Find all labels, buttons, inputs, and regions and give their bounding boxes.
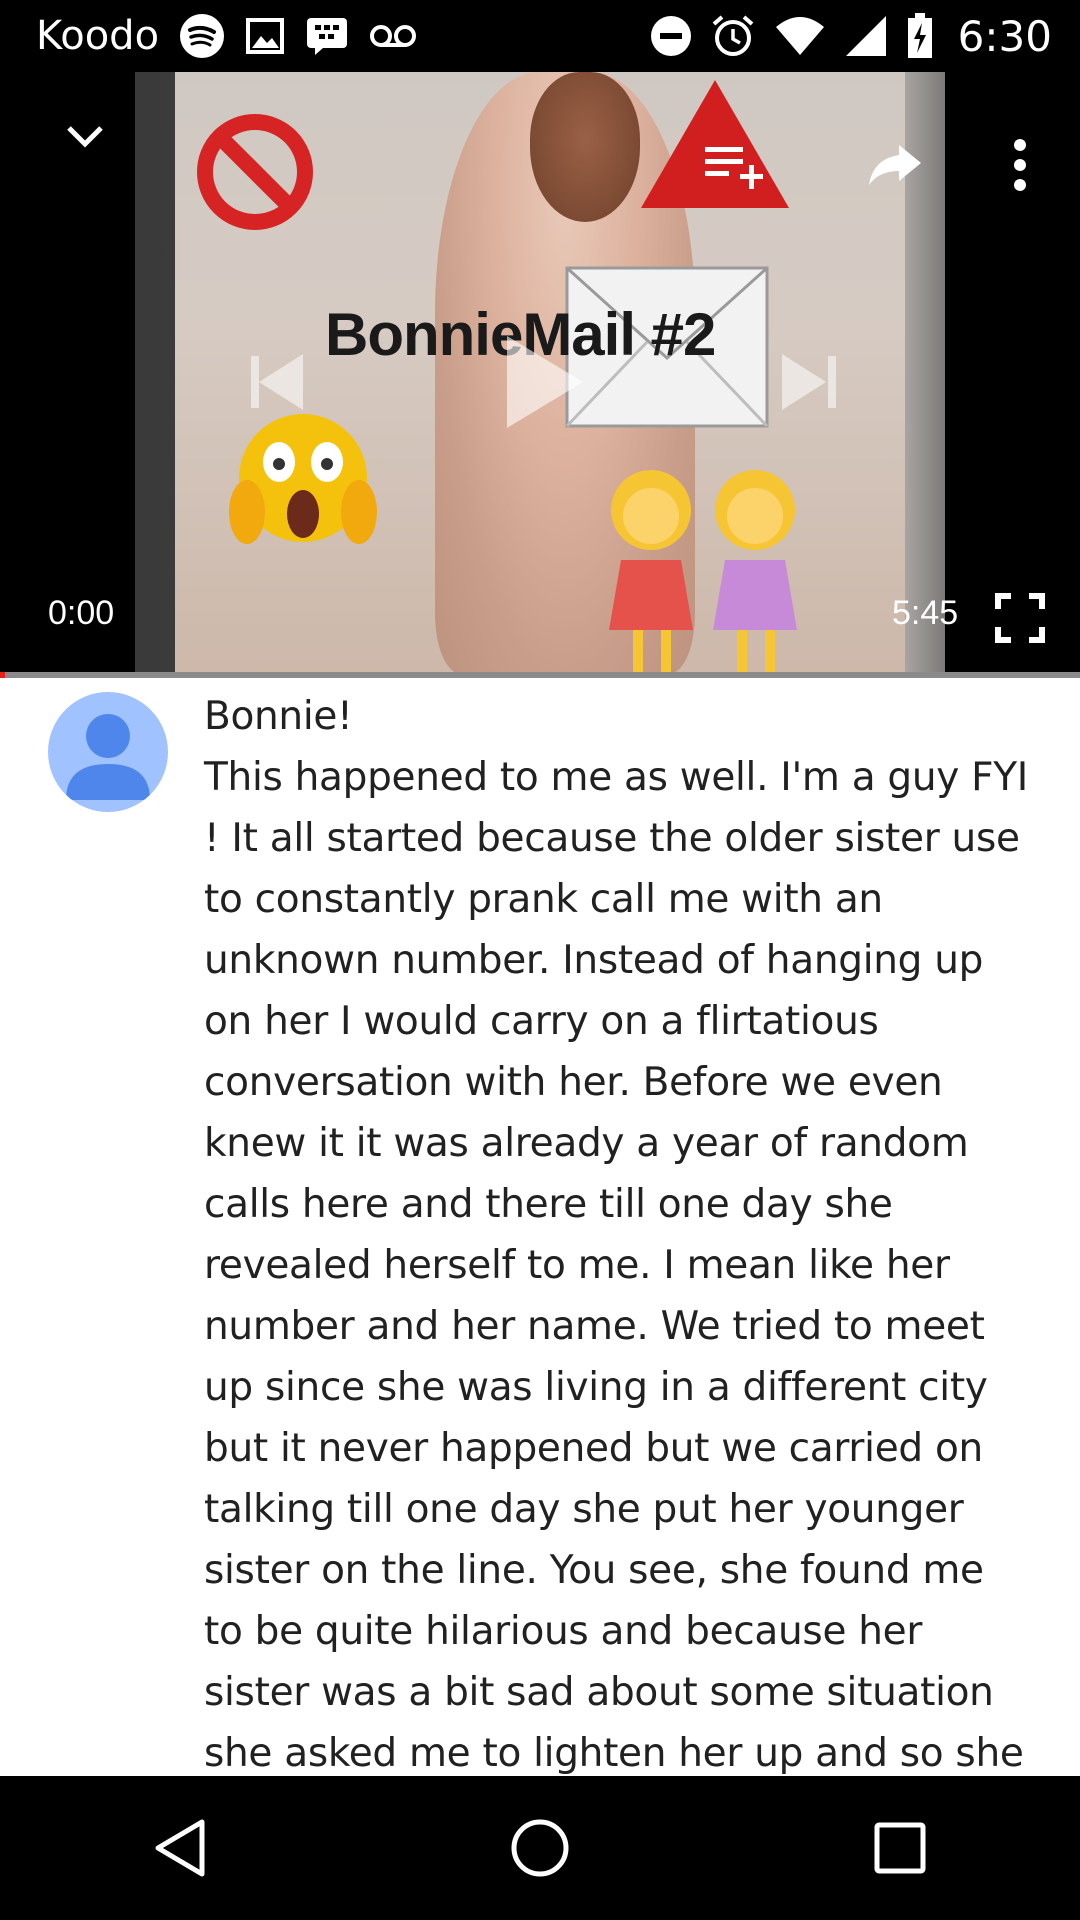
- battery-charging-icon: [906, 13, 934, 59]
- share-icon: [869, 145, 921, 185]
- navigation-bar: [0, 1776, 1080, 1920]
- more-options-button[interactable]: [975, 120, 1065, 210]
- video-player[interactable]: BonnieMail #2 0:00 5:45: [0, 72, 1080, 674]
- wifi-icon: [774, 15, 826, 57]
- more-vert-icon: [1014, 139, 1026, 191]
- comment-author[interactable]: Bonnie!: [204, 686, 1034, 747]
- current-time: 0:00: [48, 594, 115, 632]
- prohibited-icon: [197, 114, 313, 230]
- chevron-down-icon: [67, 126, 103, 148]
- recents-icon: [874, 1822, 926, 1874]
- play-button[interactable]: [490, 322, 600, 442]
- fullscreen-icon: [995, 593, 1045, 643]
- previous-button[interactable]: [225, 332, 325, 432]
- comment-text: This happened to me as well. I'm a guy F…: [204, 755, 1028, 1776]
- duration: 5:45: [892, 594, 959, 632]
- two-girls-icon: [609, 470, 797, 674]
- image-icon: [245, 16, 285, 56]
- comment: Bonnie! This happened to me as well. I'm…: [0, 678, 1080, 1776]
- fullscreen-button[interactable]: [978, 580, 1062, 656]
- avatar[interactable]: [48, 692, 168, 812]
- skip-previous-icon: [251, 354, 303, 410]
- signal-icon: [844, 14, 888, 58]
- alarm-icon: [710, 13, 756, 59]
- status-bar: Koodo 6:30: [0, 0, 1080, 72]
- add-to-playlist-button[interactable]: [690, 120, 780, 210]
- next-button[interactable]: [760, 332, 860, 432]
- minimize-button[interactable]: [40, 92, 130, 182]
- playlist-add-icon: [705, 147, 763, 189]
- play-icon: [507, 336, 583, 428]
- carrier-name: Koodo: [36, 13, 160, 59]
- back-icon: [155, 1819, 205, 1877]
- voicemail-icon: [369, 21, 417, 51]
- back-button[interactable]: [120, 1788, 240, 1908]
- clock: 6:30: [957, 11, 1052, 61]
- recents-button[interactable]: [840, 1788, 960, 1908]
- spotify-icon: [179, 13, 225, 59]
- bbm-icon: [305, 16, 349, 56]
- person-icon: [66, 714, 150, 800]
- comment-body: Bonnie! This happened to me as well. I'm…: [204, 686, 1034, 1776]
- home-icon: [511, 1819, 569, 1877]
- home-button[interactable]: [480, 1788, 600, 1908]
- skip-next-icon: [782, 354, 836, 410]
- do-not-disturb-icon: [650, 15, 692, 57]
- share-button[interactable]: [850, 120, 940, 210]
